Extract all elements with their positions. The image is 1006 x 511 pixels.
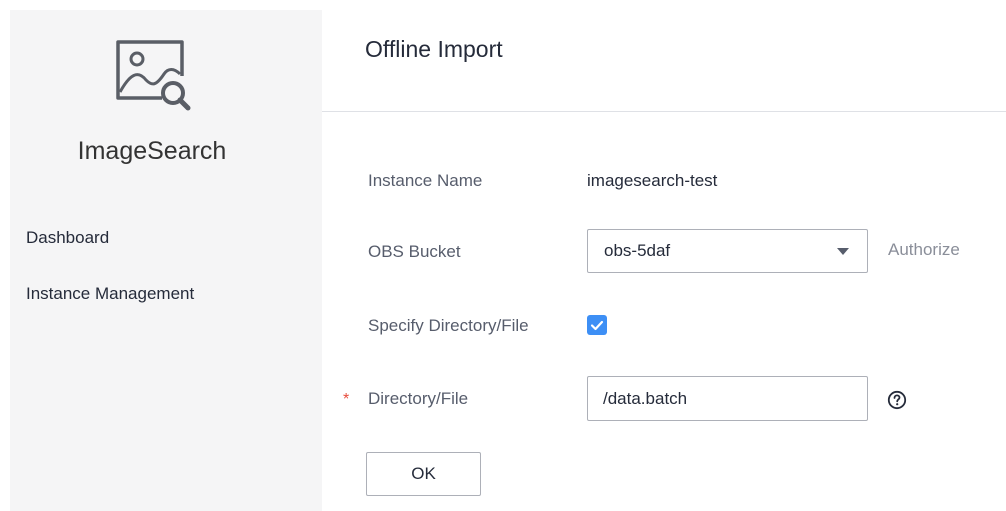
- sidebar-item-instance-management[interactable]: Instance Management: [26, 284, 194, 304]
- image-search-icon: [116, 40, 191, 111]
- sidebar-item-dashboard[interactable]: Dashboard: [26, 228, 109, 248]
- ok-button[interactable]: OK: [366, 452, 481, 496]
- obs-bucket-select[interactable]: obs-5daf: [587, 229, 868, 273]
- directory-file-label: Directory/File: [368, 389, 469, 408]
- specify-directory-label: Specify Directory/File: [368, 316, 529, 335]
- obs-bucket-selected-value: obs-5daf: [604, 241, 671, 260]
- required-marker: *: [343, 391, 350, 408]
- page-title: Offline Import: [365, 36, 503, 62]
- page-header: Offline Import: [322, 10, 1006, 112]
- instance-name-label: Instance Name: [368, 171, 483, 190]
- authorize-link[interactable]: Authorize: [888, 240, 960, 260]
- obs-bucket-label: OBS Bucket: [368, 242, 461, 261]
- chevron-down-icon: [837, 248, 849, 255]
- specify-directory-checkbox[interactable]: [587, 315, 607, 335]
- help-icon[interactable]: [887, 390, 907, 410]
- sidebar: ImageSearch Dashboard Instance Managemen…: [10, 10, 322, 511]
- check-icon: [590, 320, 604, 331]
- instance-name-value: imagesearch-test: [587, 171, 718, 190]
- app-name: ImageSearch: [77, 137, 227, 165]
- directory-file-input[interactable]: [587, 376, 868, 421]
